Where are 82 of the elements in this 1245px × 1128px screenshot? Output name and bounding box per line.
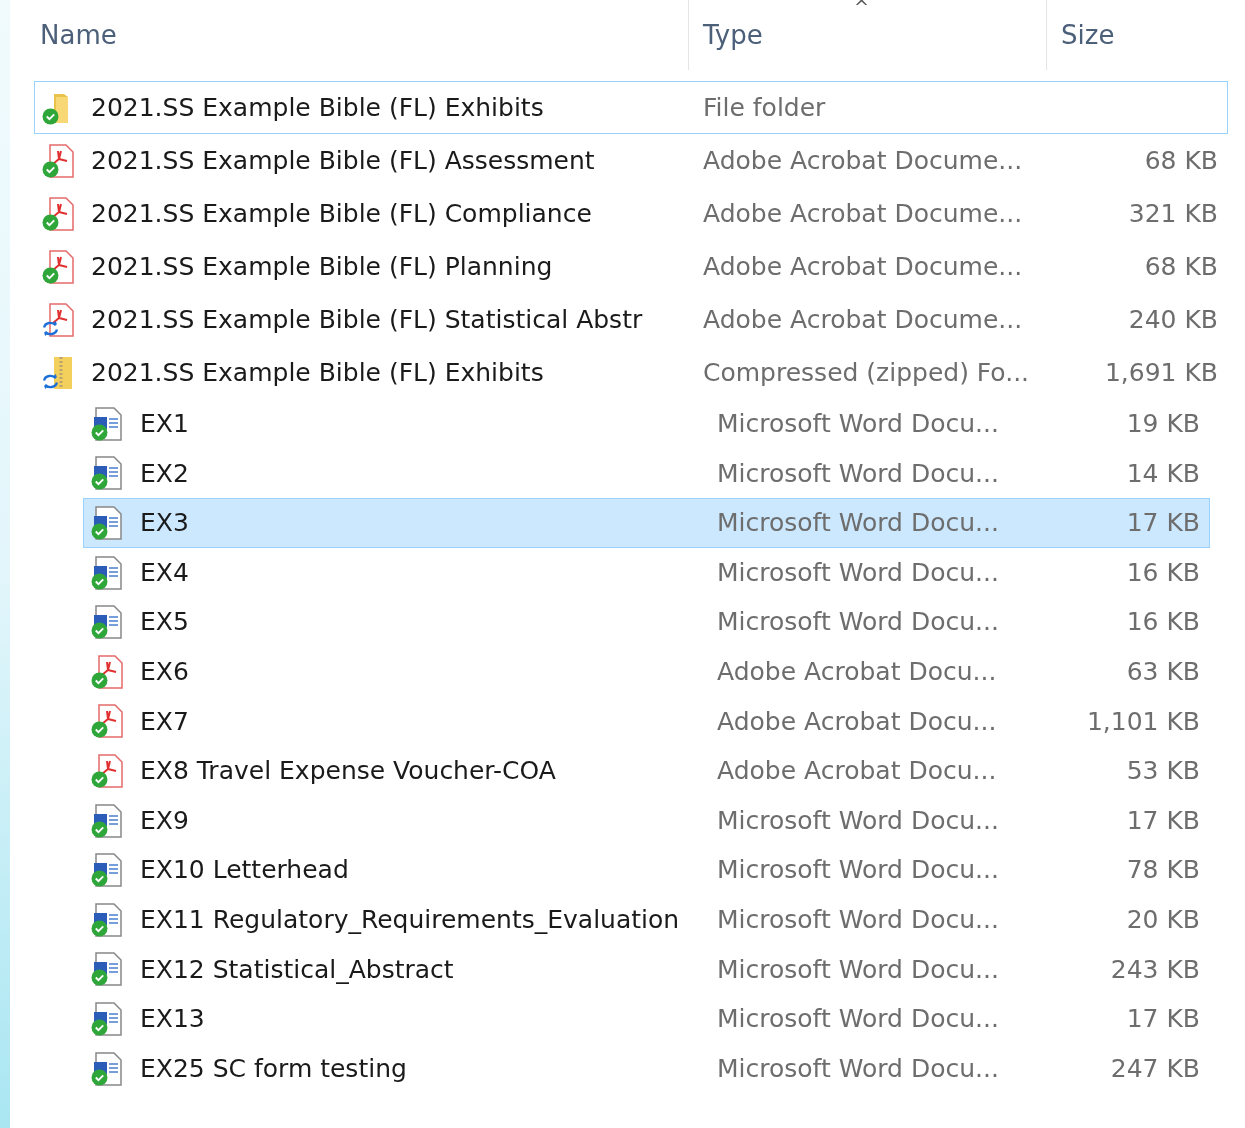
file-size: 68 KB [1144, 144, 1218, 177]
file-size: 247 KB [1110, 1052, 1200, 1085]
file-type: Microsoft Word Docu... [717, 904, 1000, 936]
file-name: EX4 [140, 556, 189, 589]
file-size: 240 KB [1128, 303, 1218, 336]
file-size: 68 KB [1144, 250, 1218, 283]
sort-caret-icon: ^ [854, 0, 870, 16]
file-type: File folder [703, 91, 827, 124]
file-row[interactable]: 2021.SS Example Bible (FL) Compliance Adobe Acrobat Docume... 321 KB [34, 187, 1228, 240]
file-name: EX3 [140, 507, 189, 540]
file-type: Adobe Acrobat Docume... [703, 144, 1024, 177]
file-size: 17 KB [1126, 507, 1200, 540]
file-name: EX11 Regulatory_Requirements_Evaluation [140, 904, 680, 936]
file-size: 321 KB [1128, 197, 1218, 230]
file-type: Microsoft Word Docu... [717, 1003, 1000, 1036]
file-name: EX8 Travel Expense Voucher-COA [140, 755, 556, 788]
file-name: 2021.SS Example Bible (FL) Planning [91, 250, 553, 283]
file-type: Adobe Acrobat Docu... [717, 755, 998, 788]
file-row[interactable]: EX6 Adobe Acrobat Docu... 63 KB [83, 646, 1210, 697]
file-row[interactable]: EX12 Statistical_Abstract Microsoft Word Docu... 243 KB [83, 944, 1210, 995]
file-type: Adobe Acrobat Docu... [717, 705, 998, 738]
file-row[interactable]: EX3 Microsoft Word Docu... 17 KB [83, 498, 1210, 548]
file-row[interactable]: EX8 Travel Expense Voucher-COA Adobe Acrobat Docu... 53 KB [83, 746, 1210, 796]
file-size: 17 KB [1126, 1003, 1200, 1036]
file-type: Microsoft Word Docu... [717, 854, 1000, 887]
file-name: EX5 [140, 606, 189, 639]
file-name: EX13 [140, 1003, 205, 1036]
file-row[interactable]: 2021.SS Example Bible (FL) Exhibits File folder [34, 81, 1228, 134]
file-row[interactable]: EX9 Microsoft Word Docu... 17 KB [83, 795, 1210, 846]
file-type: Microsoft Word Docu... [717, 1052, 1000, 1085]
file-size: 14 KB [1126, 457, 1200, 490]
file-size: 243 KB [1110, 953, 1200, 986]
file-size: 16 KB [1126, 606, 1200, 639]
file-row[interactable]: EX11 Regulatory_Requirements_Evaluation Microsoft Word Docu... 20 KB [83, 894, 1210, 945]
file-size: 20 KB [1126, 904, 1200, 936]
file-row[interactable]: EX13 Microsoft Word Docu... 17 KB [83, 994, 1210, 1044]
file-row[interactable]: EX4 Microsoft Word Docu... 16 KB [83, 547, 1210, 598]
file-type: Microsoft Word Docu... [717, 457, 1000, 490]
file-size: 1,691 KB [1104, 356, 1218, 389]
file-row[interactable]: EX25 SC form testing Microsoft Word Docu... 247 KB [83, 1043, 1210, 1094]
file-name: EX10 Letterhead [140, 854, 349, 887]
file-type: Adobe Acrobat Docume... [703, 250, 1024, 283]
file-row[interactable]: EX10 Letterhead Microsoft Word Docu... 78 KB [83, 845, 1210, 895]
file-row[interactable]: EX2 Microsoft Word Docu... 14 KB [83, 448, 1210, 499]
file-row[interactable]: EX7 Adobe Acrobat Docu... 1,101 KB [83, 696, 1210, 747]
file-name: 2021.SS Example Bible (FL) Exhibits [91, 356, 544, 389]
file-name: EX25 SC form testing [140, 1052, 407, 1085]
file-name: 2021.SS Example Bible (FL) Assessment [91, 144, 595, 177]
file-name: 2021.SS Example Bible (FL) Compliance [91, 197, 592, 230]
file-row[interactable]: 2021.SS Example Bible (FL) Statistical Abstr Adobe Acrobat Docume... 240 KB [34, 293, 1228, 346]
file-size: 1,101 KB [1086, 705, 1200, 738]
file-row[interactable]: EX1 Microsoft Word Docu... 19 KB [83, 399, 1210, 449]
file-name: EX12 Statistical_Abstract [140, 953, 454, 986]
file-name: 2021.SS Example Bible (FL) Statistical Abstr [91, 303, 643, 336]
file-row[interactable]: 2021.SS Example Bible (FL) Exhibits Compressed (zipped) Fo... 1,691 KB [34, 346, 1228, 399]
file-type: Microsoft Word Docu... [717, 556, 1000, 589]
file-type: Microsoft Word Docu... [717, 507, 1000, 540]
file-name: EX9 [140, 804, 189, 837]
column-header[interactable]: Name [10, 0, 688, 70]
file-row[interactable]: EX5 Microsoft Word Docu... 16 KB [83, 597, 1210, 647]
file-type: Microsoft Word Docu... [717, 606, 1000, 639]
file-type: Microsoft Word Docu... [717, 953, 1000, 986]
file-type: Compressed (zipped) Fo... [703, 356, 1031, 389]
file-type: Adobe Acrobat Docu... [717, 656, 998, 688]
file-type: Adobe Acrobat Docume... [703, 197, 1024, 230]
file-name: EX2 [140, 457, 189, 490]
file-size: 63 KB [1126, 656, 1200, 688]
file-row[interactable]: 2021.SS Example Bible (FL) Assessment Adobe Acrobat Docume... 68 KB [34, 134, 1228, 187]
file-name: 2021.SS Example Bible (FL) Exhibits [91, 91, 544, 124]
file-size: 78 KB [1126, 854, 1200, 887]
file-name: EX7 [140, 705, 189, 738]
file-type: Adobe Acrobat Docume... [703, 303, 1024, 336]
file-size: 16 KB [1126, 556, 1200, 589]
file-row[interactable]: 2021.SS Example Bible (FL) Planning Adobe Acrobat Docume... 68 KB [34, 240, 1228, 293]
file-size: 53 KB [1126, 755, 1200, 788]
file-name: EX1 [140, 408, 189, 441]
file-name: EX6 [140, 656, 189, 688]
column-header[interactable]: Size [1046, 0, 1236, 70]
file-type: Microsoft Word Docu... [717, 804, 1000, 837]
file-type: Microsoft Word Docu... [717, 408, 1000, 441]
file-size: 17 KB [1126, 804, 1200, 837]
file-size: 19 KB [1126, 408, 1200, 441]
